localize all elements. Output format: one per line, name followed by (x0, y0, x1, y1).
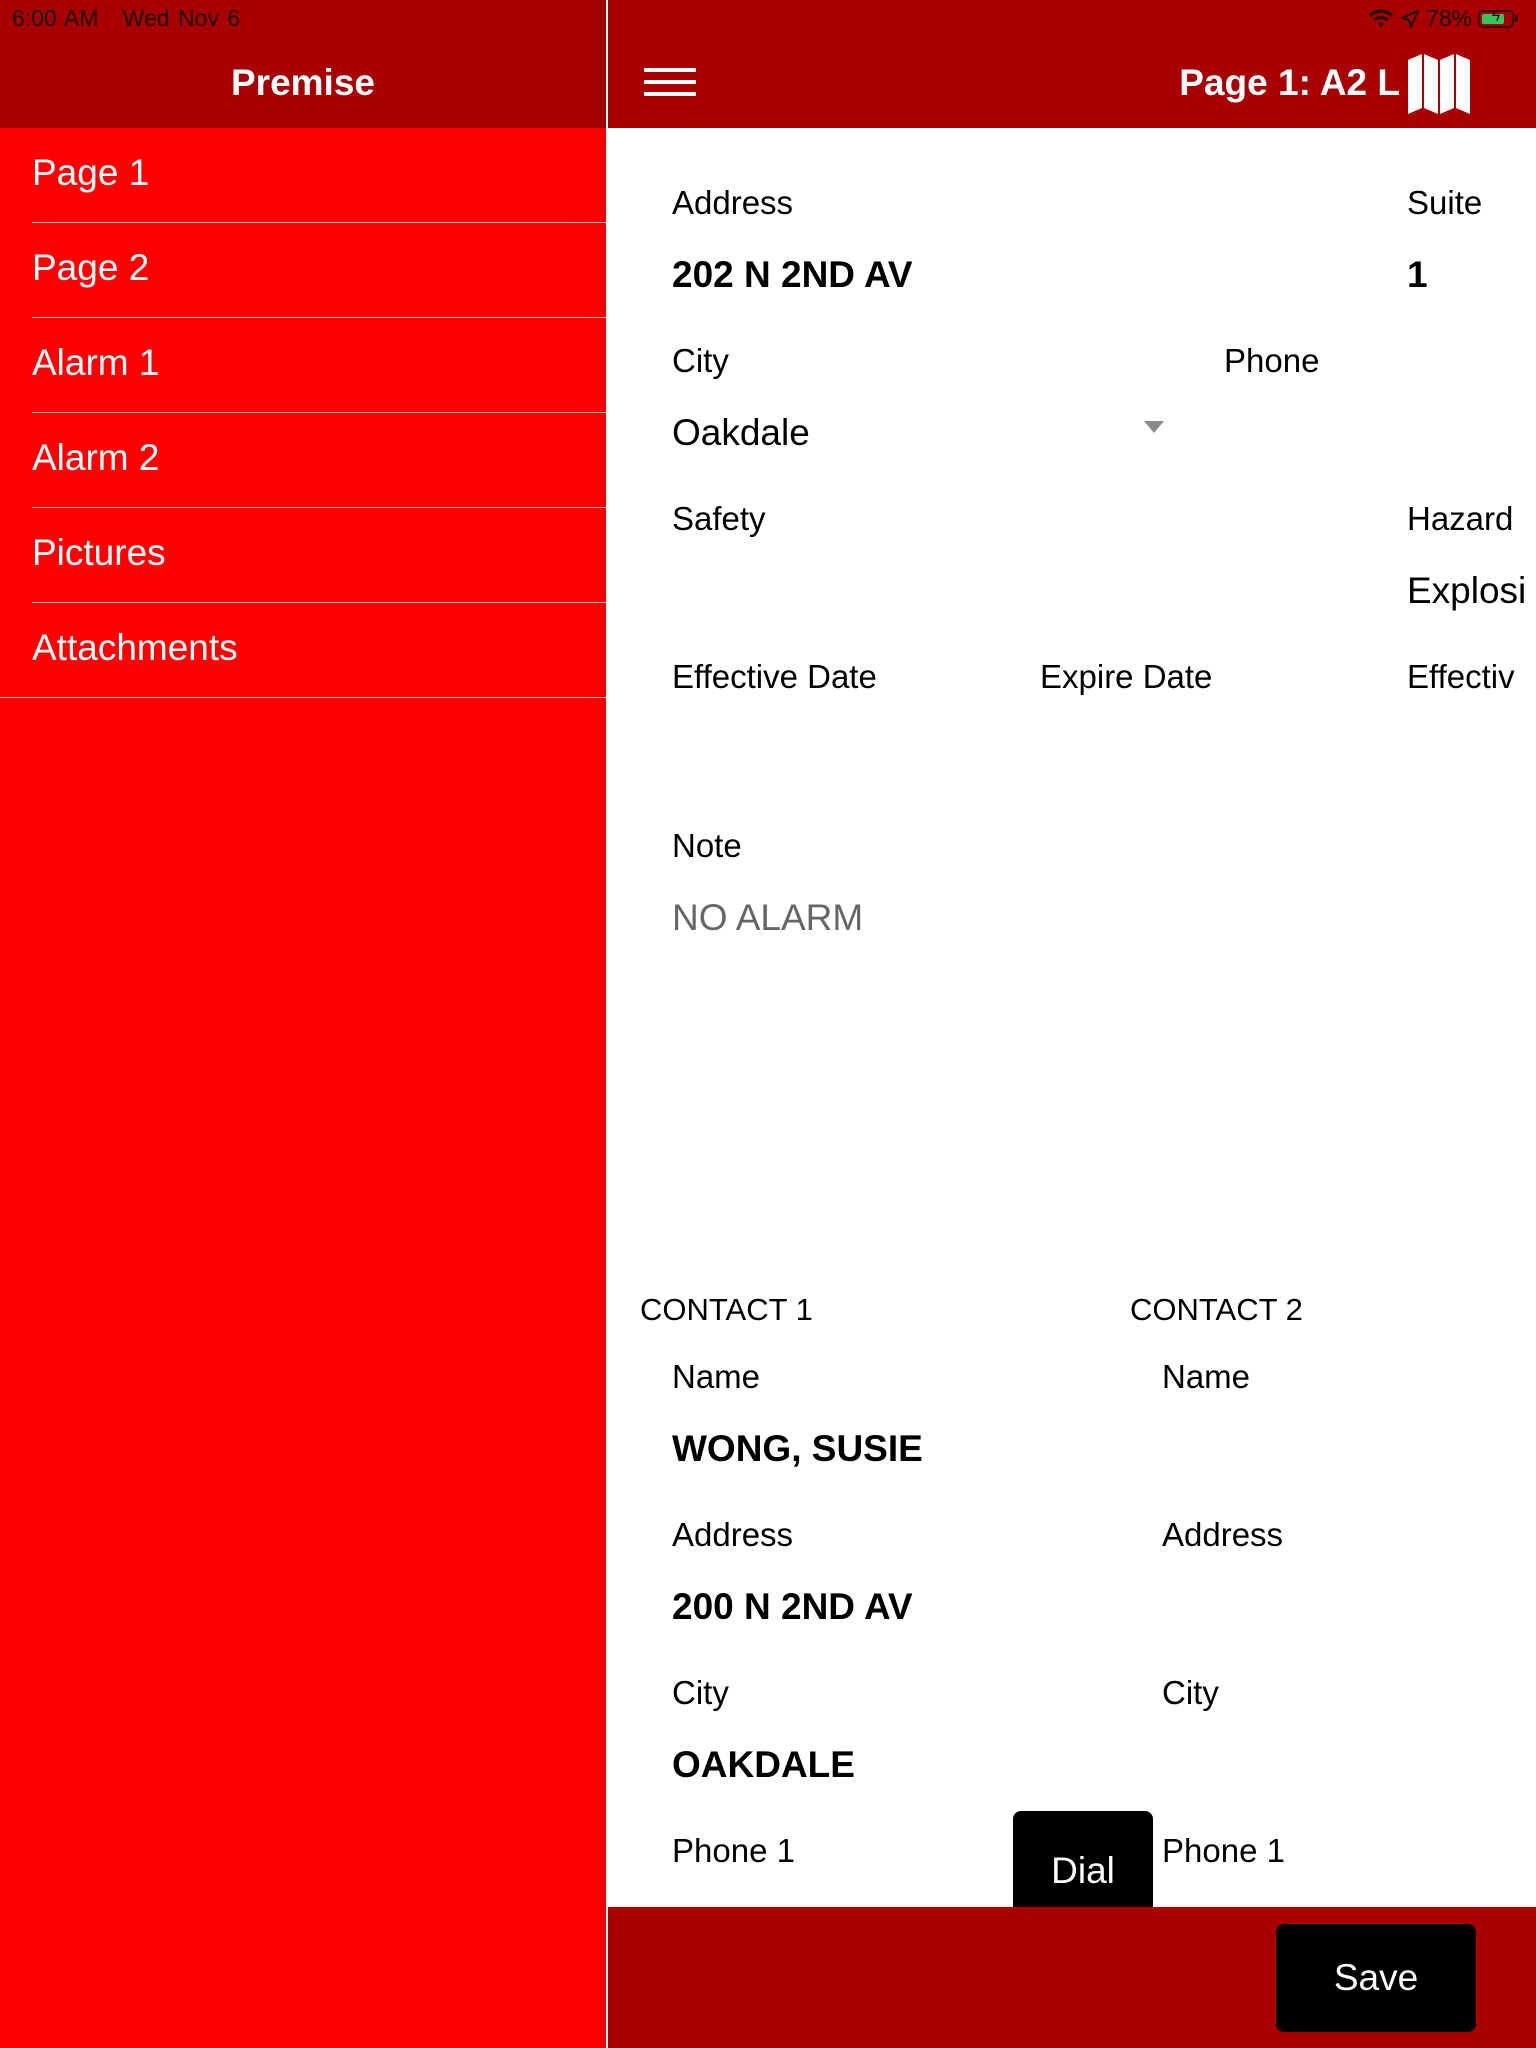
contact-1-phone1-label: Phone 1 (672, 1832, 795, 1869)
bottom-toolbar: Save (608, 1907, 1536, 2048)
page-title: Page 1: A2 L (1179, 62, 1400, 103)
sidebar-item-page-2[interactable]: Page 2 (0, 223, 606, 318)
sidebar-item-alarm-1[interactable]: Alarm 1 (0, 318, 606, 413)
contact-2-address-label: Address (1162, 1516, 1284, 1553)
sidebar-item-label: Alarm 2 (32, 437, 160, 478)
note-label: Note (672, 827, 742, 864)
sidebar-item-label: Page 1 (32, 152, 150, 193)
note-value[interactable]: NO ALARM (672, 897, 863, 939)
suite-label: Suite (1407, 184, 1483, 221)
sidebar-menu: Page 1 Page 2 Alarm 1 Alarm 2 Pictures A… (0, 128, 606, 698)
contact-2-name-label: Name (1162, 1358, 1251, 1395)
sidebar-item-page-1[interactable]: Page 1 (0, 128, 606, 223)
main-header: Page 1: A2 L (608, 0, 1536, 128)
chevron-down-icon[interactable] (1144, 421, 1164, 433)
effective-date-2-label: Effectiv (1407, 658, 1515, 695)
contact-2-header: CONTACT 2 (1130, 1292, 1303, 1327)
contact-1-city-value[interactable]: OAKDALE (672, 1744, 855, 1786)
contact-2-city-label: City (1162, 1674, 1219, 1711)
address-label: Address (672, 184, 794, 221)
sidebar-item-pictures[interactable]: Pictures (0, 508, 606, 603)
address-value[interactable]: 202 N 2ND AV (672, 254, 913, 296)
expire-date-label: Expire Date (1040, 658, 1213, 695)
suite-value[interactable]: 1 (1407, 254, 1428, 296)
sidebar-item-label: Page 2 (32, 247, 150, 288)
sidebar: Premise Page 1 Page 2 Alarm 1 Alarm 2 Pi… (0, 0, 606, 2048)
contact-1-header: CONTACT 1 (640, 1292, 813, 1327)
hamburger-menu-icon[interactable] (644, 66, 698, 100)
contact-1-address-value[interactable]: 200 N 2ND AV (672, 1586, 913, 1628)
sidebar-item-alarm-2[interactable]: Alarm 2 (0, 413, 606, 508)
hazard-value[interactable]: Explosi (1407, 570, 1526, 612)
folded-map-icon[interactable] (1408, 54, 1470, 114)
contact-1-name-label: Name (672, 1358, 761, 1395)
menu-bar (644, 80, 696, 84)
city-select[interactable]: Oakdale (672, 412, 810, 454)
hazard-label: Hazard (1407, 500, 1514, 537)
city-label: City (672, 342, 729, 379)
main-panel: Page 1: A2 L Address 202 N 2ND AV Suite … (608, 0, 1536, 2048)
contact-1-city-label: City (672, 1674, 729, 1711)
sidebar-title: Premise (231, 62, 375, 103)
sidebar-item-attachments[interactable]: Attachments (0, 603, 606, 698)
contact-1-address-label: Address (672, 1516, 794, 1553)
sidebar-item-label: Attachments (32, 627, 238, 668)
menu-bar (644, 92, 696, 96)
effective-date-label: Effective Date (672, 658, 877, 695)
sidebar-header: Premise (0, 0, 606, 128)
phone-label: Phone (1224, 342, 1320, 379)
contact-2-phone1-label: Phone 1 (1162, 1832, 1285, 1869)
save-button[interactable]: Save (1276, 1924, 1476, 2032)
contact-1-name-value[interactable]: WONG, SUSIE (672, 1428, 923, 1470)
menu-bar (644, 68, 696, 72)
sidebar-item-label: Pictures (32, 532, 166, 573)
safety-label: Safety (672, 500, 766, 537)
sidebar-item-label: Alarm 1 (32, 342, 160, 383)
